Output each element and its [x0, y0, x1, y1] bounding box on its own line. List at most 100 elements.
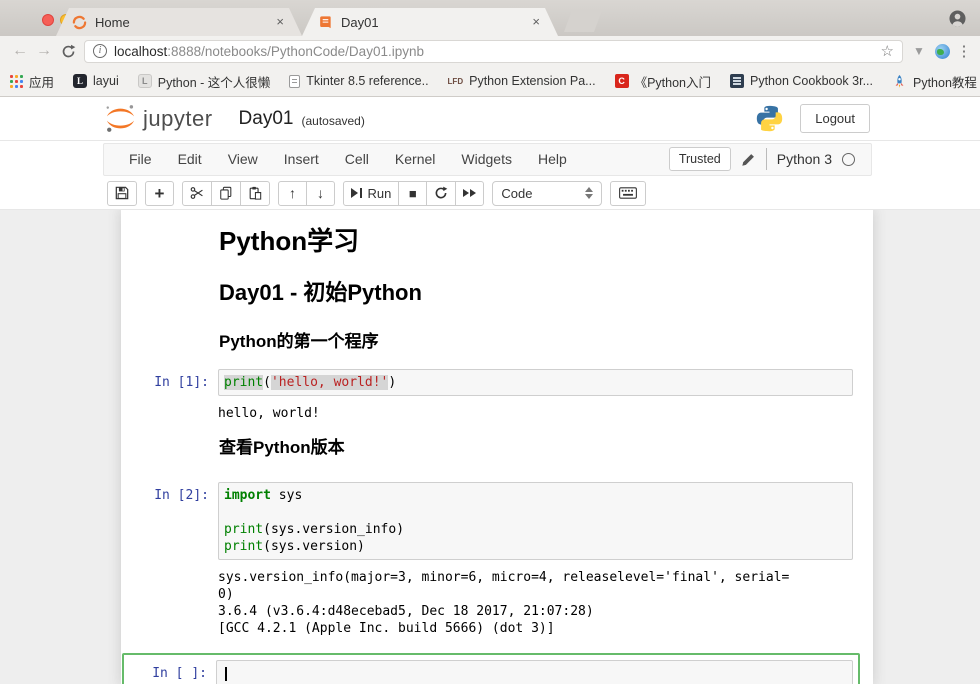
- paste-button[interactable]: [240, 181, 270, 206]
- notebook-container: Python学习 Day01 - 初始Python Python的第一个程序 I…: [121, 210, 873, 684]
- tab-label: Day01: [341, 15, 379, 30]
- menu-cell[interactable]: Cell: [332, 151, 382, 167]
- globe-extension-icon[interactable]: [935, 44, 950, 59]
- url-path: :8888/notebooks/PythonCode/Day01.ipynb: [167, 44, 424, 59]
- menu-insert[interactable]: Insert: [271, 151, 332, 167]
- output-cell-1: hello, world!: [121, 404, 873, 422]
- code-cell-1[interactable]: In [1]: print('hello, world!'): [121, 369, 873, 396]
- tab-day01[interactable]: Day01 ×: [302, 8, 558, 36]
- url-field[interactable]: i localhost:8888/notebooks/PythonCode/Da…: [84, 40, 903, 63]
- bookmark-python-tutorial[interactable]: Python教程: [892, 72, 977, 91]
- book-icon: [730, 74, 744, 88]
- notebook-area: Python学习 Day01 - 初始Python Python的第一个程序 I…: [0, 210, 980, 684]
- restart-run-all-button[interactable]: [455, 181, 484, 206]
- browser-navbar: ← → i localhost:8888/notebooks/PythonCod…: [0, 36, 980, 66]
- code-input[interactable]: import sys print(sys.version_info) print…: [218, 482, 853, 560]
- markdown-cell-title[interactable]: Python学习 Day01 - 初始Python Python的第一个程序: [121, 226, 873, 352]
- tab-close-icon[interactable]: ×: [532, 14, 540, 30]
- url-host: localhost: [114, 44, 167, 59]
- back-button[interactable]: ←: [8, 42, 32, 60]
- kernel-divider: [766, 148, 767, 170]
- forward-button[interactable]: →: [32, 42, 56, 60]
- logout-button[interactable]: Logout: [800, 104, 870, 133]
- restart-kernel-button[interactable]: [426, 181, 456, 206]
- bookmark-apps[interactable]: 应用: [10, 72, 54, 91]
- browser-menu-icon[interactable]: ⋮: [956, 42, 972, 60]
- kernel-status-icon: [842, 153, 855, 166]
- notebook-title[interactable]: Day01: [239, 108, 294, 130]
- info-icon[interactable]: i: [93, 44, 107, 58]
- step-forward-icon: [351, 188, 362, 198]
- window-close-button[interactable]: [42, 14, 54, 26]
- autosave-status: (autosaved): [301, 114, 364, 128]
- markdown-cell-version[interactable]: 查看Python版本: [121, 438, 873, 458]
- bookmark-python-intro[interactable]: C 《Python入门: [615, 72, 711, 91]
- layui-icon: L: [73, 74, 87, 88]
- bookmark-label: Python Extension Pa...: [469, 74, 595, 88]
- run-button[interactable]: Run: [343, 181, 399, 206]
- copy-button[interactable]: [211, 181, 241, 206]
- tab-home[interactable]: Home ×: [56, 8, 302, 36]
- code-input[interactable]: print('hello, world!'): [218, 369, 853, 396]
- screen: Home × Day01 × ← → i: [0, 0, 980, 684]
- bookmark-label: Python - 这个人很懒: [158, 72, 271, 91]
- new-tab-button[interactable]: [564, 10, 602, 32]
- output-prompt: [121, 404, 218, 422]
- input-prompt: In [1]:: [121, 369, 218, 396]
- menu-widgets[interactable]: Widgets: [448, 151, 525, 167]
- menu-help[interactable]: Help: [525, 151, 580, 167]
- lfd-icon: LFD: [448, 77, 464, 86]
- cut-button[interactable]: [182, 181, 212, 206]
- bookmark-label: 应用: [29, 72, 54, 91]
- bookmark-label: Python教程: [913, 72, 977, 91]
- cell-type-select[interactable]: Code: [492, 181, 602, 206]
- save-button[interactable]: [107, 181, 137, 206]
- menu-kernel[interactable]: Kernel: [382, 151, 448, 167]
- input-prompt: In [ ]:: [124, 660, 216, 684]
- copy-icon: [219, 186, 233, 200]
- selected-code-cell[interactable]: In [ ]:: [122, 653, 860, 684]
- keyboard-icon: [619, 187, 637, 199]
- move-cell-up-button[interactable]: ↑: [278, 181, 307, 206]
- jupyter-toolbar: + ↑: [0, 177, 980, 210]
- bookmark-label: layui: [93, 74, 119, 88]
- stop-button[interactable]: ■: [398, 181, 427, 206]
- apps-grid-icon: [10, 75, 23, 88]
- bookmark-cookbook[interactable]: Python Cookbook 3r...: [730, 74, 873, 88]
- reload-button[interactable]: [56, 44, 80, 59]
- jupyter-logo-text[interactable]: jupyter: [143, 106, 213, 132]
- profile-icon[interactable]: [949, 10, 966, 27]
- add-cell-button[interactable]: +: [145, 181, 174, 206]
- heading-h3-first-program: Python的第一个程序: [219, 332, 851, 352]
- reload-icon: [61, 44, 76, 59]
- menu-file[interactable]: File: [116, 151, 165, 167]
- floppy-icon: [115, 186, 129, 200]
- move-cell-down-button[interactable]: ↓: [306, 181, 335, 206]
- restart-icon: [434, 186, 448, 200]
- cell-type-value: Code: [501, 186, 532, 201]
- command-palette-button[interactable]: [610, 181, 646, 206]
- extension-v-icon[interactable]: ▼: [909, 44, 929, 58]
- bookmark-tkinter[interactable]: Tkinter 8.5 reference..: [289, 74, 428, 88]
- output-prompt: [121, 568, 218, 637]
- select-carets-icon: [585, 187, 593, 199]
- trusted-badge[interactable]: Trusted: [669, 147, 731, 171]
- bookmark-layui[interactable]: L layui: [73, 74, 119, 88]
- browser-titlebar: Home × Day01 ×: [0, 0, 980, 36]
- letter-l-icon: L: [138, 74, 152, 88]
- code-cell-2[interactable]: In [2]: import sys print(sys.version_inf…: [121, 482, 873, 560]
- heading-h3-version: 查看Python版本: [219, 438, 851, 458]
- text-cursor: [225, 667, 227, 681]
- edit-title-pencil-icon[interactable]: [741, 152, 756, 167]
- output-cell-2: sys.version_info(major=3, minor=6, micro…: [121, 568, 873, 637]
- tab-close-icon[interactable]: ×: [276, 14, 284, 30]
- document-icon: [289, 75, 300, 88]
- menu-edit[interactable]: Edit: [165, 151, 215, 167]
- bookmark-lfd[interactable]: LFD Python Extension Pa...: [448, 74, 596, 88]
- jupyter-spinner-icon: [72, 15, 87, 30]
- bookmark-star-icon[interactable]: ☆: [881, 42, 894, 60]
- code-input[interactable]: [216, 660, 853, 684]
- jupyter-logo-icon[interactable]: [104, 102, 137, 135]
- menu-view[interactable]: View: [215, 151, 271, 167]
- bookmark-python-blog[interactable]: L Python - 这个人很懒: [138, 72, 271, 91]
